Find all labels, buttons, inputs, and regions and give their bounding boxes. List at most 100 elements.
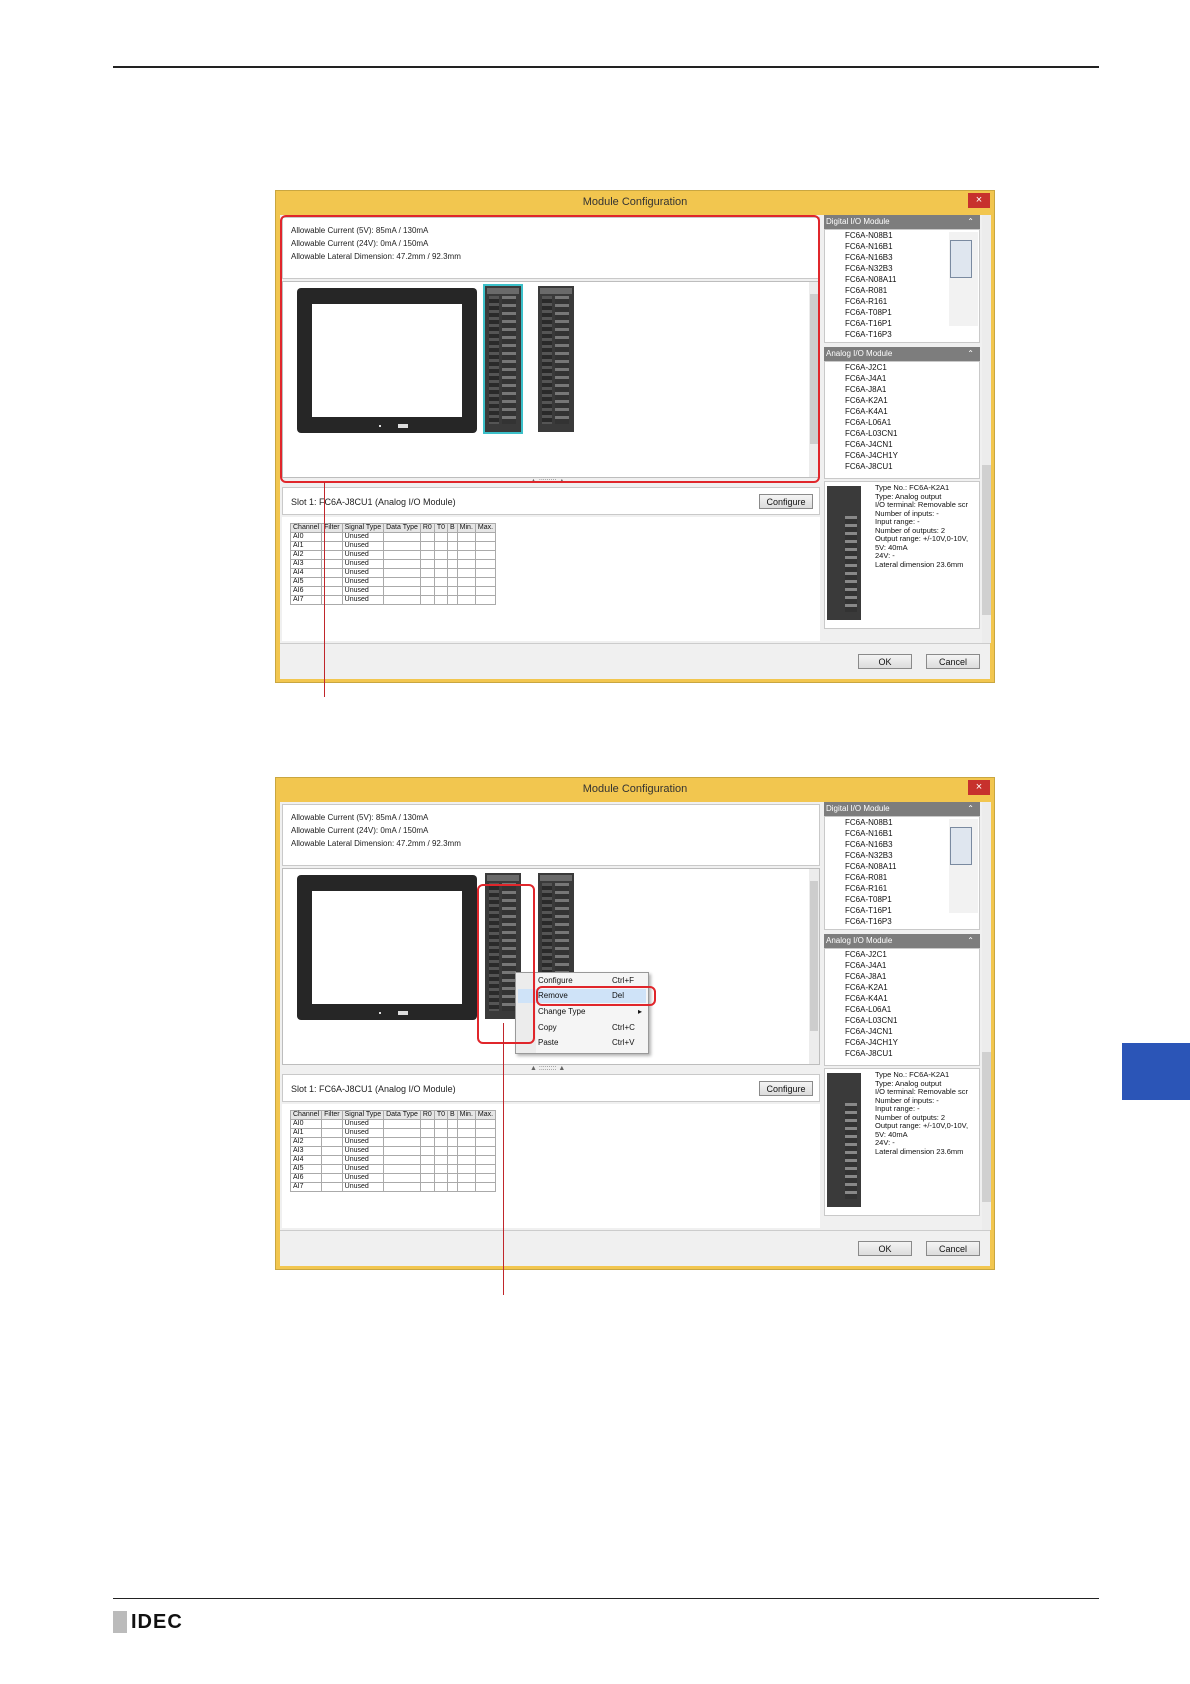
- table-row[interactable]: AI3 Unused: [289, 559, 497, 569]
- analog-module-list: FC6A-J2C1 FC6A-J4A1 FC6A-J8A1 FC6A-K2A1 …: [824, 361, 980, 479]
- table-row[interactable]: AI4 Unused: [289, 1155, 497, 1165]
- slot-label: Slot 1: FC6A-J8CU1 (Analog I/O Module): [291, 1084, 456, 1094]
- cancel-button[interactable]: Cancel: [926, 1241, 980, 1256]
- close-button[interactable]: ×: [968, 193, 990, 208]
- col-header: B: [447, 523, 458, 533]
- context-menu: Configure Ctrl+F Remove Del Change Type ▸ C…: [515, 972, 649, 1054]
- list-item[interactable]: FC6A-K2A1: [825, 982, 979, 993]
- list-item[interactable]: FC6A-J8CU1: [825, 461, 979, 472]
- col-header: R0: [419, 523, 435, 533]
- table-row[interactable]: AI6 Unused: [289, 1173, 497, 1183]
- list-item[interactable]: FC6A-J8CU1: [825, 1048, 979, 1059]
- detail-text: Type No.: FC6A-K2A1 Type: Analog output I/…: [875, 484, 969, 569]
- col-header: T0: [433, 523, 449, 533]
- table-row[interactable]: AI7 Unused: [289, 595, 497, 605]
- table-row[interactable]: AI4 Unused: [289, 568, 497, 578]
- collapse-icon[interactable]: ⌃: [967, 934, 974, 948]
- col-header: Max.: [474, 523, 497, 533]
- col-header: Data Type: [383, 1110, 421, 1120]
- right-scrollbar[interactable]: [982, 215, 991, 643]
- table-row[interactable]: AI1 Unused: [289, 1128, 497, 1138]
- list-item[interactable]: FC6A-J2C1: [825, 362, 979, 373]
- configure-button[interactable]: Configure: [759, 1081, 813, 1096]
- list-item[interactable]: FC6A-J8A1: [825, 384, 979, 395]
- digital-panel-header[interactable]: Digital I/O Module ⌃: [824, 802, 980, 816]
- slot-bar: Slot 1: FC6A-J8CU1 (Analog I/O Module) C…: [282, 487, 820, 515]
- table-row[interactable]: AI5 Unused: [289, 1164, 497, 1174]
- list-scrollbar[interactable]: [949, 819, 978, 913]
- list-item[interactable]: FC6A-K4A1: [825, 406, 979, 417]
- digital-panel-header[interactable]: Digital I/O Module ⌃: [824, 215, 980, 229]
- list-item[interactable]: FC6A-J4CH1Y: [825, 1037, 979, 1048]
- top-rule: [113, 66, 1099, 68]
- window-title: Module Configuration: [582, 783, 688, 795]
- window-footer: OK Cancel: [280, 1230, 990, 1266]
- list-item[interactable]: FC6A-J4CN1: [825, 1026, 979, 1037]
- table-row[interactable]: AI0 Unused: [289, 532, 497, 542]
- module-detail: Type No.: FC6A-K2A1 Type: Analog output I/…: [824, 1068, 980, 1216]
- table-row[interactable]: AI5 Unused: [289, 577, 497, 587]
- list-item[interactable]: FC6A-L06A1: [825, 417, 979, 428]
- canvas-scrollbar[interactable]: [809, 869, 819, 1064]
- menu-item-paste[interactable]: Paste Ctrl+V: [518, 1036, 646, 1050]
- menu-item-copy[interactable]: Copy Ctrl+C: [518, 1021, 646, 1035]
- table-row[interactable]: AI0 Unused: [289, 1119, 497, 1129]
- list-item[interactable]: FC6A-J8A1: [825, 971, 979, 982]
- analog-panel-title: Analog I/O Module: [826, 349, 893, 358]
- col-header: Channel: [289, 1110, 323, 1120]
- table-row[interactable]: AI6 Unused: [289, 586, 497, 596]
- splitter-grip[interactable]: ▲ ::::::::: ▲: [530, 1065, 565, 1072]
- collapse-icon[interactable]: ⌃: [967, 215, 974, 229]
- module-config-window-2: Module Configuration × Allowable Current…: [275, 777, 995, 1270]
- collapse-icon[interactable]: ⌃: [967, 347, 974, 361]
- window-body: Allowable Current (5V): 85mA / 130mA All…: [280, 802, 991, 1230]
- menu-item-change-type[interactable]: Change Type ▸: [518, 1005, 646, 1019]
- close-button[interactable]: ×: [968, 780, 990, 795]
- cancel-button[interactable]: Cancel: [926, 654, 980, 669]
- list-item[interactable]: FC6A-J4A1: [825, 960, 979, 971]
- table-row[interactable]: AI3 Unused: [289, 1146, 497, 1156]
- module-config-window-1: Module Configuration × Allowable Current…: [275, 190, 995, 683]
- list-item[interactable]: FC6A-J2C1: [825, 949, 979, 960]
- table-row[interactable]: AI2 Unused: [289, 550, 497, 560]
- hmi-cpu-image: [297, 875, 477, 1020]
- digital-module-list: FC6A-N08B1 FC6A-N16B1 FC6A-N16B3 FC6A-N3…: [824, 816, 980, 930]
- list-item[interactable]: FC6A-T16P3: [825, 916, 979, 927]
- ok-button[interactable]: OK: [858, 1241, 912, 1256]
- analog-module-list: FC6A-J2C1 FC6A-J4A1 FC6A-J8A1 FC6A-K2A1 …: [824, 948, 980, 1066]
- channel-table: Channel Filter Signal Type Data Type R0 T0 B Mi…: [289, 1110, 497, 1192]
- info-line: Allowable Lateral Dimension: 47.2mm / 92…: [291, 839, 461, 848]
- module-detail: Type No.: FC6A-K2A1 Type: Analog output I/…: [824, 481, 980, 629]
- slot-label: Slot 1: FC6A-J8CU1 (Analog I/O Module): [291, 497, 456, 507]
- list-item[interactable]: FC6A-L03CN1: [825, 428, 979, 439]
- col-header: R0: [419, 1110, 435, 1120]
- window-footer: OK Cancel: [280, 643, 990, 679]
- analog-panel-header[interactable]: Analog I/O Module ⌃: [824, 347, 980, 361]
- table-row[interactable]: AI7 Unused: [289, 1182, 497, 1192]
- list-item[interactable]: FC6A-J4A1: [825, 373, 979, 384]
- configure-button[interactable]: Configure: [759, 494, 813, 509]
- list-item[interactable]: FC6A-J4CH1Y: [825, 450, 979, 461]
- col-header: Filter: [321, 1110, 343, 1120]
- list-item[interactable]: FC6A-J4CN1: [825, 439, 979, 450]
- col-header: Min.: [456, 523, 476, 533]
- digital-module-list: FC6A-N08B1 FC6A-N16B1 FC6A-N16B3 FC6A-N3…: [824, 229, 980, 343]
- ok-button[interactable]: OK: [858, 654, 912, 669]
- logo-text: IDEC: [131, 1610, 183, 1633]
- col-header: Max.: [474, 1110, 497, 1120]
- table-row[interactable]: AI1 Unused: [289, 541, 497, 551]
- list-item[interactable]: FC6A-L06A1: [825, 1004, 979, 1015]
- right-scrollbar[interactable]: [982, 802, 991, 1230]
- list-item[interactable]: FC6A-T16P3: [825, 329, 979, 340]
- table-row[interactable]: AI2 Unused: [289, 1137, 497, 1147]
- list-item[interactable]: FC6A-K4A1: [825, 993, 979, 1004]
- list-item[interactable]: FC6A-L03CN1: [825, 1015, 979, 1026]
- col-header: Signal Type: [341, 1110, 385, 1120]
- allowance-info: Allowable Current (5V): 85mA / 130mA All…: [282, 804, 820, 866]
- collapse-icon[interactable]: ⌃: [967, 802, 974, 816]
- list-item[interactable]: FC6A-K2A1: [825, 395, 979, 406]
- logo-mark-icon: [113, 1611, 127, 1633]
- list-scrollbar[interactable]: [949, 232, 978, 326]
- analog-panel-header[interactable]: Analog I/O Module ⌃: [824, 934, 980, 948]
- chapter-tab: [1122, 1043, 1190, 1100]
